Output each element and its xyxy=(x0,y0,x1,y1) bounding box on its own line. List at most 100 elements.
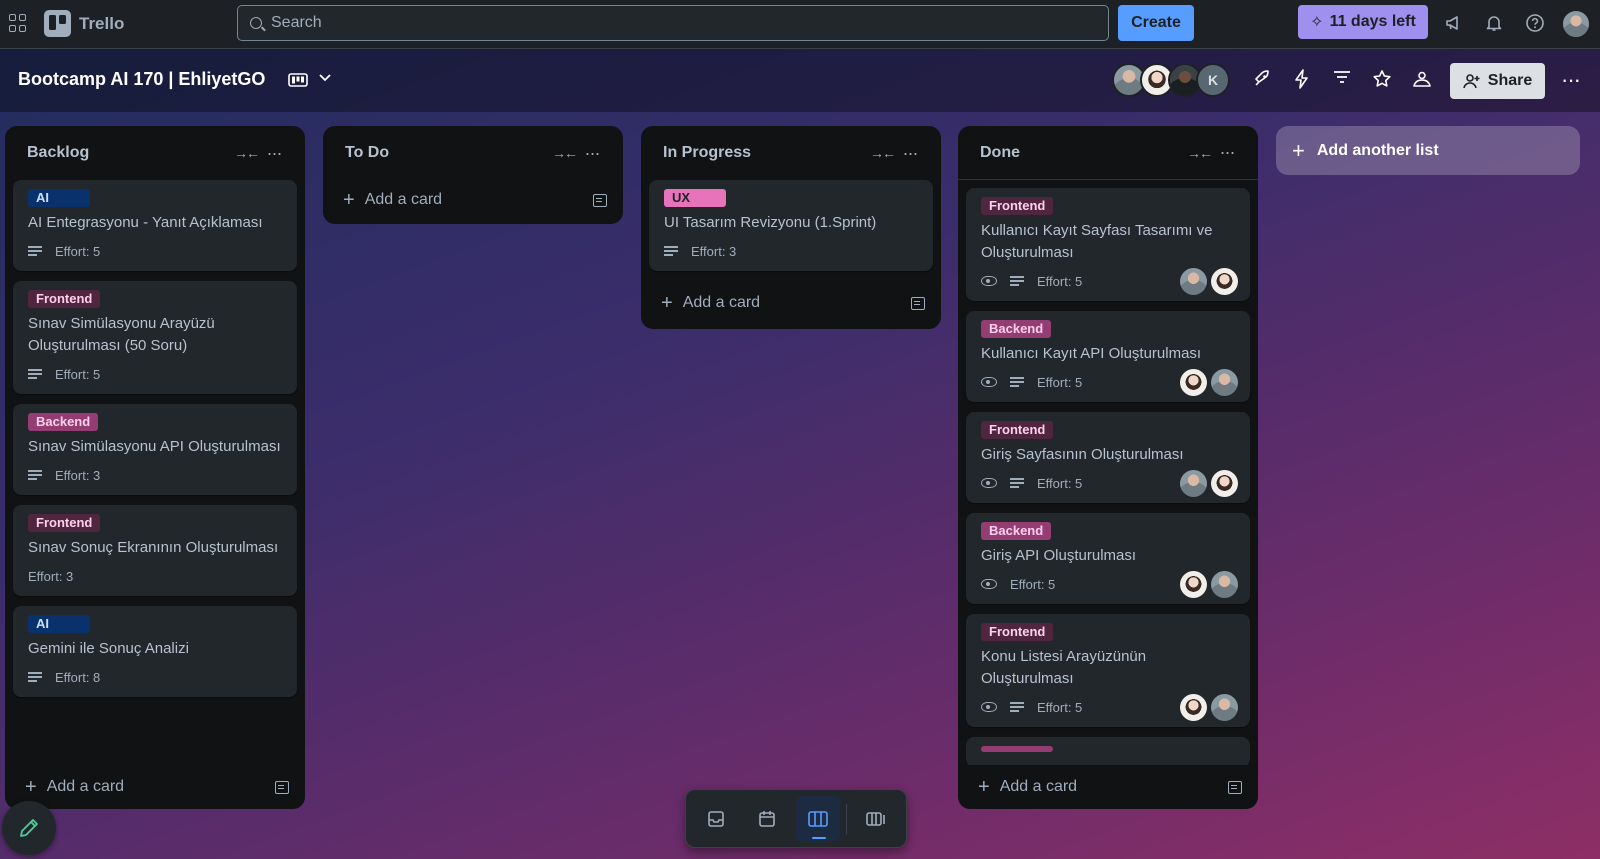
card-badges: Effort: 8 xyxy=(28,667,285,687)
edit-pencil-icon[interactable] xyxy=(2,801,56,855)
switch-boards-icon[interactable] xyxy=(853,796,898,841)
trial-days-left-button[interactable]: ✧ 11 days left xyxy=(1298,5,1428,39)
bell-icon[interactable] xyxy=(1483,12,1505,34)
collapse-list-icon[interactable]: →← xyxy=(1186,145,1213,161)
card[interactable]: Backend Kullanıcı Kayıt API Oluşturulmas… xyxy=(966,311,1250,402)
member-avatar[interactable] xyxy=(1211,267,1238,295)
card-label[interactable]: AI xyxy=(28,189,90,207)
effort-field: Effort: 5 xyxy=(1037,475,1083,491)
add-card-label: Add a card xyxy=(999,778,1078,795)
card-label[interactable]: Backend xyxy=(981,320,1052,338)
effort-field: Effort: 5 xyxy=(1037,374,1083,390)
effort-field: Effort: 5 xyxy=(55,366,101,382)
card-members xyxy=(1180,693,1238,721)
board-menu-icon[interactable]: ··· xyxy=(1561,67,1581,93)
card-label[interactable]: Frontend xyxy=(28,290,101,308)
list-menu-icon[interactable]: ··· xyxy=(577,143,607,164)
card-template-icon[interactable] xyxy=(1228,780,1242,794)
card-title: Kullanıcı Kayıt Sayfası Tasarımı ve Oluş… xyxy=(981,222,1213,261)
card-label[interactable]: Frontend xyxy=(981,197,1054,215)
card[interactable]: Frontend Sınav Simülasyonu Arayüzü Oluşt… xyxy=(13,281,297,394)
card-label[interactable]: Backend xyxy=(28,413,99,431)
card-partial[interactable] xyxy=(966,737,1250,765)
search-box[interactable] xyxy=(237,5,1109,41)
board-icon[interactable] xyxy=(795,796,841,841)
lightning-icon[interactable] xyxy=(1290,69,1314,95)
card-template-icon[interactable] xyxy=(275,780,289,794)
member-avatar[interactable] xyxy=(1180,693,1207,721)
card[interactable]: Frontend Sınav Sonuç Ekranının Oluşturul… xyxy=(13,505,297,596)
list-title[interactable]: Backlog xyxy=(27,144,233,162)
board-members[interactable]: K xyxy=(1112,63,1230,97)
list-title[interactable]: In Progress xyxy=(663,144,869,162)
card-label[interactable]: Backend xyxy=(981,522,1052,540)
list-menu-icon[interactable]: ··· xyxy=(1212,142,1242,163)
filter-icon[interactable] xyxy=(1330,69,1354,91)
card-title: Giriş Sayfasının Oluşturulması xyxy=(981,446,1184,463)
megaphone-icon[interactable] xyxy=(1443,12,1465,34)
card[interactable]: Frontend Konu Listesi Arayüzünün Oluştur… xyxy=(966,614,1250,727)
member-avatar[interactable] xyxy=(1211,570,1238,598)
card-label[interactable]: Frontend xyxy=(981,623,1054,641)
star-icon[interactable] xyxy=(1370,69,1394,95)
collapse-list-icon[interactable]: →← xyxy=(869,145,896,161)
inbox-icon[interactable] xyxy=(694,796,739,841)
board-view-icon[interactable] xyxy=(288,73,308,92)
effort-field: Effort: 3 xyxy=(55,467,101,483)
card[interactable]: Backend Giriş API Oluşturulması Effort: … xyxy=(966,513,1250,604)
create-button[interactable]: Create xyxy=(1118,5,1194,41)
card-members xyxy=(1180,368,1238,396)
collapse-list-icon[interactable]: →← xyxy=(551,145,578,161)
card-badges: Effort: 5 xyxy=(981,368,1238,396)
member-avatar[interactable] xyxy=(1180,267,1207,295)
member-avatar[interactable] xyxy=(1180,570,1207,598)
member-avatar[interactable] xyxy=(1180,469,1207,497)
list-title[interactable]: Done xyxy=(980,144,1186,162)
chevron-down-icon[interactable] xyxy=(318,70,332,89)
add-another-list-button[interactable]: + Add another list xyxy=(1276,126,1580,175)
plus-icon: + xyxy=(978,775,990,798)
card-template-icon[interactable] xyxy=(593,193,607,207)
card[interactable]: Frontend Kullanıcı Kayıt Sayfası Tasarım… xyxy=(966,188,1250,301)
card[interactable]: AI AI Entegrasyonu - Yanıt Açıklaması Ef… xyxy=(13,180,297,271)
member-avatar-initial[interactable]: K xyxy=(1196,63,1230,97)
card[interactable]: UX UI Tasarım Revizyonu (1.Sprint) Effor… xyxy=(649,180,933,271)
list-menu-icon[interactable]: ··· xyxy=(895,143,925,164)
member-avatar[interactable] xyxy=(1211,693,1238,721)
collapse-list-icon[interactable]: →← xyxy=(233,145,260,161)
card-label[interactable]: Frontend xyxy=(28,514,101,532)
card-container: AI AI Entegrasyonu - Yanıt Açıklaması Ef… xyxy=(5,180,305,765)
people-icon[interactable] xyxy=(1410,69,1434,95)
card-label[interactable]: Frontend xyxy=(981,421,1054,439)
card-label[interactable]: AI xyxy=(28,615,90,633)
apps-grid-icon[interactable] xyxy=(9,14,27,32)
effort-field: Effort: 5 xyxy=(55,243,101,259)
calendar-icon[interactable] xyxy=(745,796,790,841)
trello-logo[interactable]: Trello xyxy=(44,10,124,37)
card[interactable]: AI Gemini ile Sonuç Analizi Effort: 8 xyxy=(13,606,297,697)
member-avatar[interactable] xyxy=(1180,368,1207,396)
member-avatar[interactable] xyxy=(1211,368,1238,396)
card-template-icon[interactable] xyxy=(911,296,925,310)
share-button[interactable]: Share xyxy=(1450,63,1545,99)
user-avatar[interactable] xyxy=(1561,9,1591,39)
card-badges: Effort: 5 xyxy=(981,570,1238,598)
board-title[interactable]: Bootcamp AI 170 | EhliyetGO xyxy=(18,69,265,90)
help-icon[interactable] xyxy=(1524,12,1546,34)
add-card-button[interactable]: + Add a card xyxy=(323,180,623,220)
list-title[interactable]: To Do xyxy=(345,144,551,162)
rocket-icon[interactable] xyxy=(1250,69,1274,95)
add-card-button[interactable]: + Add a card xyxy=(5,765,305,809)
list-backlog: Backlog →← ··· AI AI Entegrasyonu - Yanı… xyxy=(5,126,305,809)
add-card-button[interactable]: + Add a card xyxy=(958,765,1258,809)
card[interactable]: Backend Sınav Simülasyonu API Oluşturulm… xyxy=(13,404,297,495)
search-input[interactable] xyxy=(271,14,1071,32)
list-menu-icon[interactable]: ··· xyxy=(259,143,289,164)
member-avatar[interactable] xyxy=(1211,469,1238,497)
card-container: UX UI Tasarım Revizyonu (1.Sprint) Effor… xyxy=(641,180,941,281)
card-container: Frontend Kullanıcı Kayıt Sayfası Tasarım… xyxy=(958,180,1258,765)
add-card-button[interactable]: + Add a card xyxy=(641,281,941,325)
card-title: Kullanıcı Kayıt API Oluşturulması xyxy=(981,345,1202,362)
card-label[interactable]: UX xyxy=(664,189,726,207)
card[interactable]: Frontend Giriş Sayfasının Oluşturulması … xyxy=(966,412,1250,503)
